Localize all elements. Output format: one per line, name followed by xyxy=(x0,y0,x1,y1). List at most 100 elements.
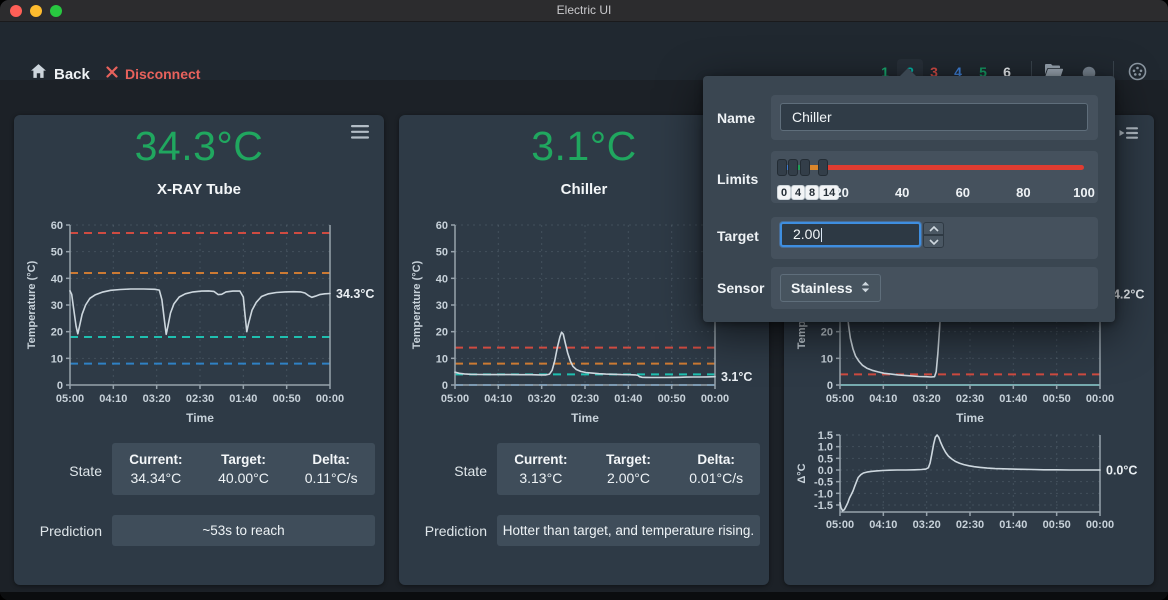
name-label: Name xyxy=(717,110,769,126)
limit-scale-tick: 60 xyxy=(956,185,970,200)
collapse-panel-icon[interactable] xyxy=(1119,125,1141,147)
limit-handle-value: 8 xyxy=(805,185,819,200)
prediction-label: Prediction xyxy=(399,523,487,539)
svg-text:30: 30 xyxy=(51,300,63,312)
delta-value: 0.01°C/s xyxy=(672,470,760,486)
state-box: Current: 3.13°C Target: 2.00°C Delta: 0.… xyxy=(497,443,760,495)
limits-slider[interactable]: 0481420406080100 xyxy=(781,159,1084,195)
target-header: Target: xyxy=(585,452,673,467)
decrement-button[interactable] xyxy=(923,235,944,248)
svg-text:04:10: 04:10 xyxy=(484,393,512,405)
target-input-value: 2.00 xyxy=(793,226,820,242)
app-window: Electric UI Back Disconnect 1 2 3 4 5 6 xyxy=(0,0,1168,600)
home-icon xyxy=(30,63,47,85)
sensor-select[interactable]: Stainless xyxy=(780,274,881,302)
svg-text:Time: Time xyxy=(186,411,214,425)
limits-label: Limits xyxy=(717,171,769,187)
svg-text:05:00: 05:00 xyxy=(56,393,84,405)
limit-segment xyxy=(823,165,1084,170)
state-current: Current: 34.34°C xyxy=(112,443,200,495)
svg-text:00:50: 00:50 xyxy=(273,393,301,405)
limit-handle[interactable] xyxy=(800,159,810,176)
state-target: Target: 40.00°C xyxy=(200,443,288,495)
svg-text:0: 0 xyxy=(827,380,833,392)
sensor-settings-popover: Name Chiller Limits 0481420406080100 Tar… xyxy=(703,76,1115,322)
delta-header: Delta: xyxy=(672,452,760,467)
name-input[interactable]: Chiller xyxy=(780,103,1088,131)
panel-title: X-RAY Tube xyxy=(14,181,384,198)
text-cursor xyxy=(821,228,822,242)
svg-text:05:00: 05:00 xyxy=(441,393,469,405)
svg-text:10: 10 xyxy=(821,353,833,365)
hamburger-menu-icon[interactable] xyxy=(351,124,373,146)
svg-text:00:50: 00:50 xyxy=(1043,519,1071,531)
target-value: 2.00°C xyxy=(585,470,673,486)
svg-text:34.3°C: 34.3°C xyxy=(336,287,374,301)
svg-text:02:30: 02:30 xyxy=(186,393,214,405)
svg-text:Temperature (°C): Temperature (°C) xyxy=(26,260,38,349)
limit-scale-tick: 80 xyxy=(1016,185,1030,200)
limit-handle[interactable] xyxy=(788,159,798,176)
titlebar: Electric UI xyxy=(0,0,1168,22)
svg-text:0.5: 0.5 xyxy=(818,453,833,465)
target-input[interactable]: 2.00 xyxy=(780,222,921,247)
panel-xray-tube: 34.3°C X-RAY Tube 010203040506005:0004:1… xyxy=(14,115,384,585)
svg-text:10: 10 xyxy=(51,353,63,365)
svg-text:04:10: 04:10 xyxy=(99,393,127,405)
sensor-select-value: Stainless xyxy=(791,280,852,296)
svg-text:0: 0 xyxy=(57,380,63,392)
limit-handle[interactable] xyxy=(818,159,828,176)
disconnect-label: Disconnect xyxy=(125,66,200,82)
state-target: Target: 2.00°C xyxy=(585,443,673,495)
svg-text:03:20: 03:20 xyxy=(913,393,941,405)
state-box: Current: 34.34°C Target: 40.00°C Delta: … xyxy=(112,443,375,495)
svg-text:0: 0 xyxy=(442,380,448,392)
back-label: Back xyxy=(54,66,90,83)
svg-text:00:00: 00:00 xyxy=(1086,519,1114,531)
delta-value: 0.11°C/s xyxy=(287,470,375,486)
svg-text:3.1°C: 3.1°C xyxy=(721,370,752,384)
svg-text:-1.0: -1.0 xyxy=(814,488,833,500)
svg-text:0.0: 0.0 xyxy=(818,465,833,477)
svg-text:40: 40 xyxy=(51,273,63,285)
bottom-edge xyxy=(0,592,1168,600)
current-value: 3.13°C xyxy=(497,470,585,486)
current-value: 34.34°C xyxy=(112,470,200,486)
limit-scale-tick: 100 xyxy=(1073,185,1095,200)
popover-arrow xyxy=(899,68,917,77)
limit-scale-tick: 40 xyxy=(895,185,909,200)
disconnect-button[interactable]: Disconnect xyxy=(106,65,200,83)
svg-text:00:50: 00:50 xyxy=(658,393,686,405)
limit-handle[interactable] xyxy=(777,159,787,176)
svg-text:1.5: 1.5 xyxy=(818,430,833,442)
third-delta-chart: 1.51.00.50.0-0.5-1.0-1.505:0004:1003:200… xyxy=(792,425,1152,545)
back-button[interactable]: Back xyxy=(30,63,90,85)
svg-text:40: 40 xyxy=(436,273,448,285)
svg-text:Δ°C: Δ°C xyxy=(796,463,808,483)
increment-button[interactable] xyxy=(923,222,944,235)
current-header: Current: xyxy=(112,452,200,467)
target-value: 40.00°C xyxy=(200,470,288,486)
svg-text:03:20: 03:20 xyxy=(143,393,171,405)
svg-text:-1.5: -1.5 xyxy=(814,500,833,512)
state-label: State xyxy=(399,463,487,479)
svg-text:20: 20 xyxy=(821,327,833,339)
connector-icon[interactable] xyxy=(1128,62,1147,86)
state-delta: Delta: 0.01°C/s xyxy=(672,443,760,495)
svg-text:00:50: 00:50 xyxy=(1043,393,1071,405)
window-title: Electric UI xyxy=(0,0,1168,21)
svg-text:1.0: 1.0 xyxy=(818,442,833,454)
svg-text:20: 20 xyxy=(51,327,63,339)
target-label: Target xyxy=(717,228,769,244)
current-header: Current: xyxy=(497,452,585,467)
state-label: State xyxy=(14,463,102,479)
xray-temperature-chart: 010203040506005:0004:1003:2002:3001:4000… xyxy=(22,215,382,430)
svg-text:04:10: 04:10 xyxy=(869,519,897,531)
name-row: Chiller xyxy=(771,95,1098,140)
disconnect-x-icon xyxy=(106,65,118,83)
svg-text:01:40: 01:40 xyxy=(999,519,1027,531)
svg-text:01:40: 01:40 xyxy=(229,393,257,405)
prediction-box: ~53s to reach xyxy=(112,515,375,546)
state-delta: Delta: 0.11°C/s xyxy=(287,443,375,495)
svg-text:10: 10 xyxy=(436,353,448,365)
